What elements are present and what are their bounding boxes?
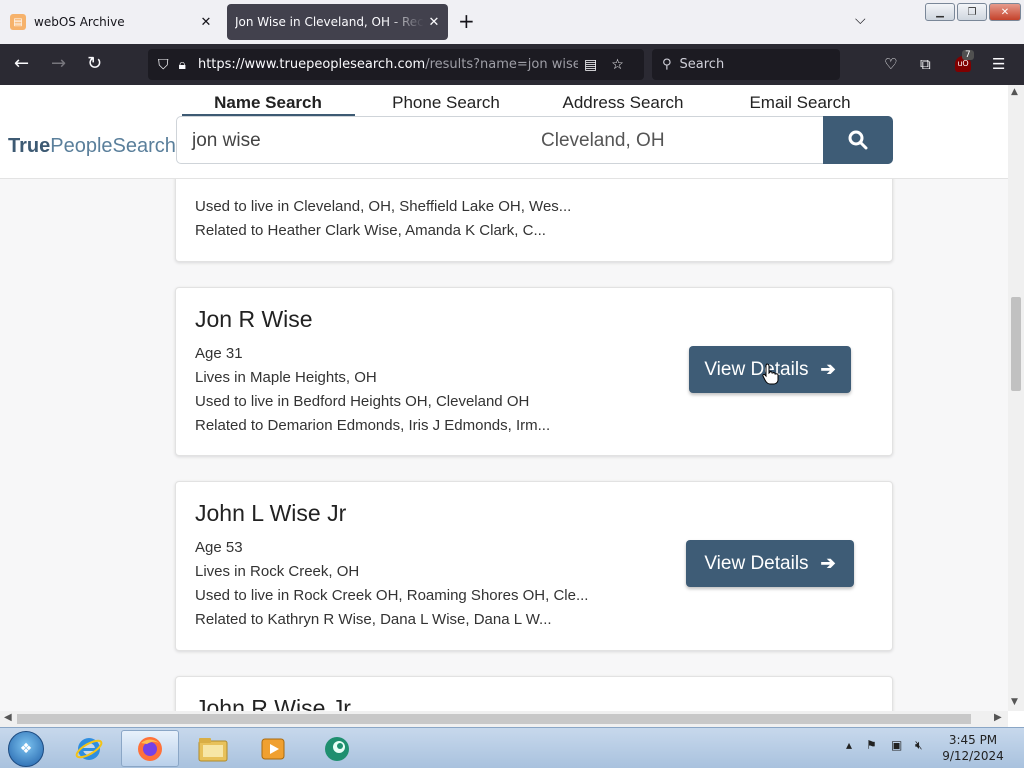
hand-cursor-icon xyxy=(762,363,779,385)
logo-bold: True xyxy=(8,135,51,157)
window-minimize-button[interactable]: ▁ xyxy=(925,3,955,21)
view-details-label: View Details xyxy=(704,358,809,380)
view-details-button[interactable]: View Details ➔ xyxy=(686,540,854,587)
bookmark-star-icon[interactable]: ☆ xyxy=(611,57,624,73)
arrow-right-icon: ➔ xyxy=(820,553,836,573)
scroll-left-arrow-icon[interactable]: ◀ xyxy=(4,712,12,723)
scroll-down-arrow-icon[interactable]: ▼ xyxy=(1011,697,1018,707)
result-name[interactable]: John L Wise Jr xyxy=(195,500,346,527)
web-page: TruePeopleSearch Name Search Phone Searc… xyxy=(0,85,1008,711)
list-all-tabs-chevron-icon[interactable]: ⌵ xyxy=(855,12,866,28)
horizontal-scroll-thumb[interactable] xyxy=(17,714,971,724)
tab-title: webOS Archive xyxy=(34,15,125,29)
result-name[interactable]: John R Wise Jr xyxy=(195,695,351,711)
result-age: Age 31 xyxy=(195,345,243,362)
site-logo[interactable]: TruePeopleSearch xyxy=(8,135,176,158)
taskbar-firefox[interactable] xyxy=(121,730,179,767)
search-form-inputs: jon wise Cleveland, OH xyxy=(176,116,824,164)
hamburger-menu-icon[interactable]: ☰ xyxy=(992,55,1005,73)
close-tab-icon[interactable]: ✕ xyxy=(424,15,444,30)
clock-time: 3:45 PM xyxy=(948,733,998,747)
clock-date: 9/12/2024 xyxy=(942,749,1004,763)
windows-taskbar: ❖ ▴ ⚑ ▣ 🔇︎ 3:45 PM 9/12/2024 xyxy=(0,727,1024,768)
location-input[interactable]: Cleveland, OH xyxy=(541,130,665,152)
result-current-location: Lives in Maple Heights, OH xyxy=(195,369,377,386)
browser-nav-bar: ← → ↻ ⛉ 🔒︎ https://www.truepeoplesearch.… xyxy=(0,44,1024,85)
back-arrow-icon[interactable]: ← xyxy=(14,53,29,75)
reader-view-icon[interactable]: ▤ xyxy=(584,57,597,73)
media-player-icon xyxy=(261,738,285,759)
result-age: Age 53 xyxy=(195,539,243,556)
shield-icon[interactable]: ⛉ xyxy=(158,57,169,73)
arrow-right-icon: ➔ xyxy=(820,359,836,379)
internet-explorer-icon xyxy=(75,737,103,760)
tab-title: Jon Wise in Cleveland, OH - Records xyxy=(235,15,424,29)
show-hidden-icons-arrow-icon[interactable]: ▴ xyxy=(846,738,852,752)
view-details-label: View Details xyxy=(704,552,809,574)
result-previous-addresses: Used to live in Rock Creek OH, Roaming S… xyxy=(195,587,589,604)
firefox-icon xyxy=(138,736,162,761)
browser-tab-strip: ▤ webOS Archive ✕ Jon Wise in Cleveland,… xyxy=(0,0,1024,44)
url-text[interactable]: https://www.truepeoplesearch.com/results… xyxy=(198,57,578,72)
tab-address-search[interactable]: Address Search xyxy=(548,93,698,113)
result-card-john-r-wise-jr[interactable]: John R Wise Jr xyxy=(175,676,893,711)
new-tab-plus-icon[interactable]: + xyxy=(458,10,475,32)
site-header: TruePeopleSearch Name Search Phone Searc… xyxy=(0,85,1008,179)
search-button[interactable] xyxy=(823,116,893,164)
result-previous-addresses: Used to live in Cleveland, OH, Sheffield… xyxy=(195,198,572,215)
result-relatives: Related to Demarion Edmonds, Iris J Edmo… xyxy=(195,417,551,434)
vertical-scroll-thumb[interactable] xyxy=(1011,297,1021,391)
horizontal-scrollbar[interactable]: ◀ ▶ xyxy=(0,711,1008,727)
search-icon: ⚲ xyxy=(662,57,672,72)
tab-phone-search[interactable]: Phone Search xyxy=(376,93,516,113)
window-close-button[interactable]: ✕ xyxy=(989,3,1021,21)
url-rest: /results?name=jon wise&c xyxy=(425,57,578,72)
result-relatives: Related to Kathryn R Wise, Dana L Wise, … xyxy=(195,611,552,628)
name-input[interactable]: jon wise xyxy=(192,130,261,152)
forward-arrow-icon[interactable]: → xyxy=(51,53,66,75)
lock-icon[interactable]: 🔒︎ xyxy=(179,57,186,73)
scroll-right-arrow-icon[interactable]: ▶ xyxy=(994,712,1002,723)
taskbar-app-teal[interactable] xyxy=(308,730,366,767)
result-card-john-l-wise-jr[interactable]: John L Wise Jr Age 53 Lives in Rock Cree… xyxy=(175,481,893,651)
extensions-puzzle-icon[interactable]: ⧉ xyxy=(920,55,931,73)
result-name[interactable]: Jon R Wise xyxy=(195,306,313,333)
address-bar[interactable]: ⛉ 🔒︎ https://www.truepeoplesearch.com/re… xyxy=(148,49,644,80)
result-relatives: Related to Heather Clark Wise, Amanda K … xyxy=(195,222,546,239)
webos-archive-favicon-icon: ▤ xyxy=(10,14,26,30)
reload-icon[interactable]: ↻ xyxy=(87,53,102,75)
magnifier-icon xyxy=(848,130,868,150)
folder-icon xyxy=(198,737,228,761)
tab-webos-archive[interactable]: ▤ webOS Archive ✕ xyxy=(4,4,220,40)
tab-name-search[interactable]: Name Search xyxy=(196,93,340,113)
taskbar-media-player[interactable] xyxy=(244,730,302,767)
result-card-jon-r-wise[interactable]: Jon R Wise Age 31 Lives in Maple Heights… xyxy=(175,287,893,456)
tab-jon-wise-records[interactable]: Jon Wise in Cleveland, OH - Records ✕ xyxy=(227,4,448,40)
browser-search-box[interactable]: ⚲ Search xyxy=(652,49,840,80)
extension-badge-count: 7 xyxy=(962,50,974,60)
url-main: https://www.truepeoplesearch.com xyxy=(197,57,426,72)
result-previous-addresses: Used to live in Bedford Heights OH, Clev… xyxy=(195,393,530,410)
system-clock[interactable]: 3:45 PM 9/12/2024 xyxy=(940,732,1006,764)
start-button[interactable]: ❖ xyxy=(8,731,44,767)
vertical-scrollbar[interactable]: ▲ ▼ xyxy=(1008,85,1024,711)
search-placeholder: Search xyxy=(679,57,725,72)
window-restore-button[interactable]: ❐ xyxy=(957,3,987,21)
tab-email-search[interactable]: Email Search xyxy=(730,93,870,113)
app-swirl-icon xyxy=(325,736,349,761)
close-tab-icon[interactable]: ✕ xyxy=(196,15,216,30)
result-current-location: Lives in Rock Creek, OH xyxy=(195,563,360,580)
volume-muted-icon[interactable]: 🔇︎ xyxy=(915,738,923,753)
network-icon[interactable]: ▣ xyxy=(891,738,902,752)
taskbar-internet-explorer[interactable] xyxy=(60,730,118,767)
logo-light: PeopleSearch xyxy=(50,135,176,157)
pocket-icon[interactable]: ♡ xyxy=(884,55,897,73)
scroll-up-arrow-icon[interactable]: ▲ xyxy=(1011,87,1018,97)
taskbar-file-explorer[interactable] xyxy=(184,730,242,767)
action-center-flag-icon[interactable]: ⚑ xyxy=(866,738,877,752)
